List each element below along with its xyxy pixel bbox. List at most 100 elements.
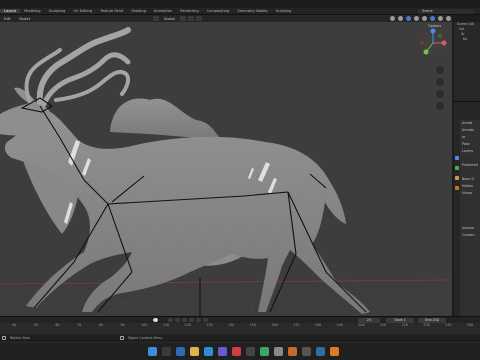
options-dropdown[interactable]: Options	[428, 24, 441, 28]
play-icon[interactable]	[189, 318, 194, 322]
shading-wire-icon[interactable]	[421, 16, 427, 21]
workspace-tab[interactable]: Sculpting	[45, 9, 70, 13]
workspace-tab[interactable]: Modeling	[20, 9, 44, 13]
timeline-tick-label: 140	[227, 323, 235, 327]
timeline-tick-label: 120	[184, 323, 191, 327]
end-frame-label: End	[425, 317, 432, 322]
timeline-tick-label: 210	[379, 323, 387, 327]
perspective-grid-icon[interactable]	[436, 102, 444, 110]
outliner-item[interactable]: Ku	[454, 37, 480, 42]
timeline-tick-label: 90	[120, 323, 125, 327]
pivot-icon[interactable]	[179, 16, 186, 21]
app-icon-7[interactable]	[302, 347, 311, 356]
app-icon-1[interactable]	[218, 347, 227, 356]
horn-meshes	[24, 27, 131, 107]
current-frame-field[interactable]: 23	[358, 317, 380, 323]
start-menu-icon[interactable]	[148, 347, 157, 356]
shading-material-icon[interactable]	[437, 16, 443, 21]
proportional-edit-icon[interactable]	[195, 16, 202, 21]
app-icon-2[interactable]	[232, 347, 241, 356]
overlay-icon[interactable]	[406, 16, 411, 21]
status-bar: Rotate View Object Context Menu	[0, 334, 480, 342]
mouse-icon	[2, 336, 6, 340]
navigation-gizmo[interactable]	[418, 28, 448, 58]
blender-icon[interactable]	[330, 347, 339, 356]
xray-icon[interactable]	[413, 16, 419, 21]
edge-browser-icon[interactable]	[204, 347, 213, 356]
3d-viewport[interactable]: Options	[0, 22, 452, 316]
workspace-tab[interactable]: Compositing	[203, 9, 234, 13]
prev-keyframe-icon[interactable]	[175, 318, 180, 322]
play-reverse-icon[interactable]	[182, 318, 187, 322]
outliner-rows: Scene Coll Col Ar Ku	[454, 22, 480, 42]
search-icon[interactable]	[162, 347, 171, 356]
jump-start-icon[interactable]	[168, 318, 173, 322]
timeline-tick-label: 100	[141, 323, 148, 327]
snap-icon[interactable]	[187, 16, 194, 21]
timeline-tick-label: 170	[293, 323, 300, 327]
start-frame-label: Start	[394, 317, 403, 322]
end-frame-field[interactable]: End 250	[418, 317, 446, 323]
timeline-editor[interactable]: 23 Start 1 End 250 40 50 60 70 80 90 100 110 120…	[0, 316, 480, 335]
start-frame-field[interactable]: Start 1	[386, 317, 414, 323]
properties-tabs[interactable]	[454, 120, 460, 316]
object-menu[interactable]: Object	[15, 17, 34, 21]
workspace-tabs: Layout Modeling Sculpting UV Editing Texture…	[0, 9, 295, 13]
record-icon[interactable]	[153, 318, 158, 322]
workspace-tab[interactable]: UV Editing	[69, 9, 96, 13]
timeline-tick-label: 220	[401, 323, 408, 327]
timeline-tick-label: 40	[11, 323, 17, 327]
timeline-tick-label: 240	[445, 323, 452, 327]
shading-solid-icon[interactable]	[429, 16, 435, 21]
app-icon-8[interactable]	[316, 347, 325, 356]
next-keyframe-icon[interactable]	[196, 318, 201, 322]
outliner-panel: Scene Coll Col Ar Ku	[454, 22, 480, 102]
timeline-tick-label: 250	[466, 323, 474, 327]
workspace-tab[interactable]: Shading	[127, 9, 150, 13]
timeline-tick-label: 70	[77, 323, 82, 327]
edit-menu[interactable]: Edit	[0, 17, 15, 21]
workspace-tab[interactable]: Rendering	[176, 9, 202, 13]
viewport-header: Edit Object Global	[0, 15, 452, 22]
workspace-tab[interactable]: Scripting	[271, 9, 295, 13]
viewport-canvas[interactable]	[0, 22, 452, 316]
zoom-icon[interactable]	[436, 66, 444, 74]
workspace-tab[interactable]: Texture Paint	[96, 9, 127, 13]
app-icon-5[interactable]	[274, 347, 283, 356]
app-icon-4[interactable]	[260, 347, 269, 356]
visibility-icon[interactable]	[390, 16, 396, 21]
pan-hand-icon[interactable]	[436, 78, 444, 86]
transform-orientation-dropdown[interactable]: Global	[160, 17, 179, 21]
timeline-tick-label: 60	[55, 323, 60, 327]
timeline-tick-label: 110	[162, 323, 170, 327]
gizmo-icon[interactable]	[398, 16, 404, 21]
file-explorer-icon[interactable]	[190, 347, 199, 356]
camera-view-icon[interactable]	[436, 90, 444, 98]
x-axis-line	[0, 279, 452, 285]
app-icon-6[interactable]	[288, 347, 297, 356]
timeline-tick-label: 190	[336, 323, 343, 327]
app-icon-3[interactable]	[246, 347, 255, 356]
timeline-tick-label: 150	[249, 323, 256, 327]
timeline-tick-label: 200	[358, 323, 365, 327]
constraints-tab-icon[interactable]	[455, 176, 459, 180]
os-taskbar	[0, 342, 480, 360]
modifier-tab-icon[interactable]	[455, 186, 459, 190]
workspace-tab[interactable]: Layout	[0, 9, 21, 13]
shading-rendered-icon[interactable]	[445, 16, 451, 21]
timeline-tick-label: 50	[33, 323, 38, 327]
start-frame-value: 1	[403, 317, 406, 322]
transform-orientation-icon[interactable]	[152, 16, 159, 21]
object-data-tab-icon[interactable]	[455, 156, 459, 160]
timeline-tick-label: 80	[98, 323, 103, 327]
workspace-bar: Layout Modeling Sculpting UV Editing Texture…	[0, 8, 480, 15]
mane-wire	[110, 98, 222, 140]
jump-end-icon[interactable]	[203, 318, 208, 322]
timeline-tick-label: 180	[314, 323, 322, 327]
bone-tab-icon[interactable]	[455, 166, 459, 170]
timeline-tick-label: 160	[271, 323, 278, 327]
scene-selector[interactable]: Scene	[418, 9, 474, 14]
workspace-tab[interactable]: Animation	[150, 9, 176, 13]
task-view-icon[interactable]	[176, 347, 185, 356]
workspace-tab[interactable]: Geometry Nodes	[233, 9, 271, 13]
